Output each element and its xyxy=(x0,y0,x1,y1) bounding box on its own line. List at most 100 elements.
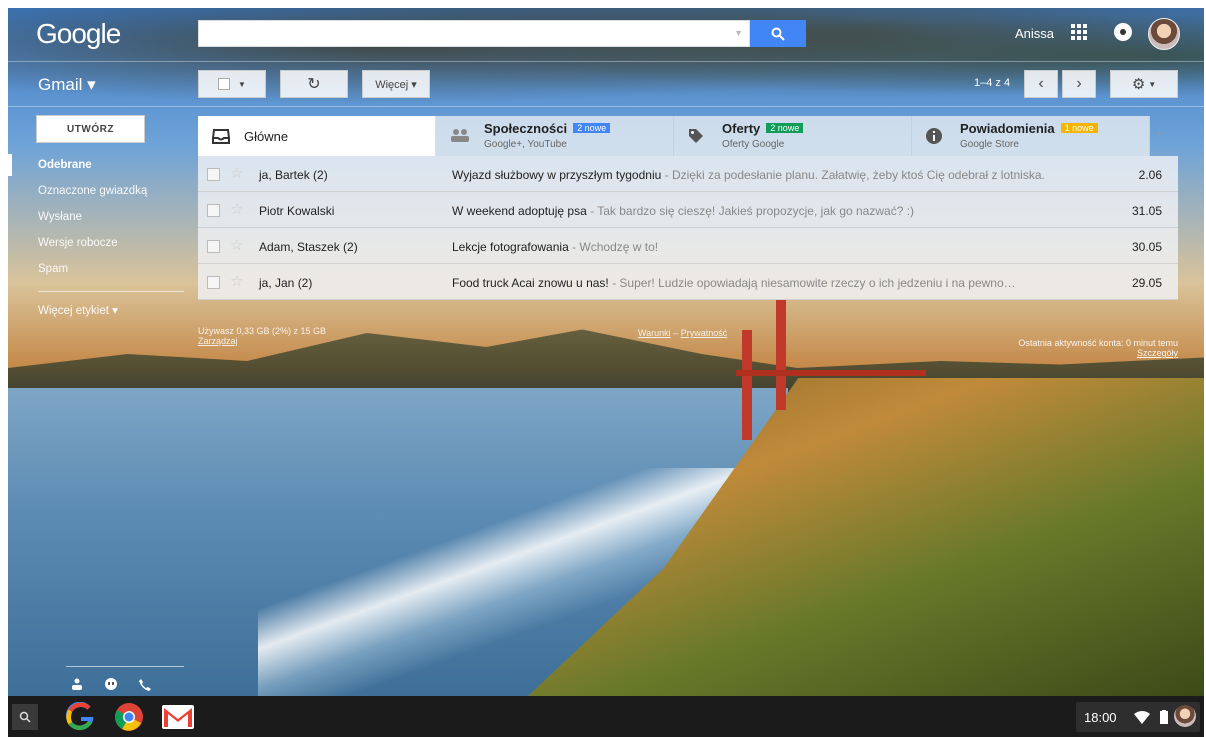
tab-social-badge: 2 nowe xyxy=(573,123,611,133)
hangouts-divider xyxy=(66,666,184,667)
user-name[interactable]: Anissa xyxy=(1015,26,1054,41)
background-bridge xyxy=(736,300,926,440)
last-activity: Ostatnia aktywność konta: 0 minut temu xyxy=(1018,338,1178,348)
settings-button[interactable]: ⚙ ▼ xyxy=(1110,70,1178,98)
battery-icon xyxy=(1160,710,1168,724)
inbox-tabs: Główne Społeczności 2 nowe Google+, YouTu… xyxy=(198,116,1178,156)
star-icon[interactable]: ☆ xyxy=(230,272,243,290)
refresh-button[interactable]: ↻ xyxy=(280,70,348,98)
tab-primary[interactable]: Główne xyxy=(198,116,436,156)
row-checkbox[interactable] xyxy=(207,240,220,253)
sidebar-item-drafts[interactable]: Wersje robocze xyxy=(38,237,118,249)
hangouts-bar xyxy=(70,678,152,692)
privacy-link[interactable]: Prywatność xyxy=(681,328,728,338)
active-nav-indicator xyxy=(8,154,12,176)
checkbox-icon xyxy=(218,78,231,90)
refresh-icon: ↻ xyxy=(307,76,321,93)
tab-primary-title: Główne xyxy=(244,129,289,144)
add-tab-icon[interactable]: + xyxy=(1156,126,1163,140)
chevron-left-icon: ‹ xyxy=(1038,75,1044,92)
google-logo[interactable]: Google xyxy=(36,18,121,50)
apps-grid-icon[interactable] xyxy=(1071,24,1087,40)
chevron-down-icon: ▼ xyxy=(238,79,246,89)
gmail-menu[interactable]: Gmail ▾ xyxy=(38,75,96,95)
row-checkbox[interactable] xyxy=(207,168,220,181)
desktop-background: Google ▼ Anissa Gmail ▾ ▼ ↻ Więcej ▾ 1–4… xyxy=(8,8,1204,696)
email-date: 30.05 xyxy=(1131,240,1162,254)
tab-promotions-title: Oferty 2 nowe xyxy=(722,121,804,136)
email-sender: ja, Jan (2) xyxy=(259,276,313,290)
sidebar-divider xyxy=(38,291,184,292)
email-subject-line: Lekcje fotografowania - Wchodzę w to! xyxy=(452,240,659,254)
star-icon[interactable]: ☆ xyxy=(230,236,243,254)
google-app-icon[interactable] xyxy=(66,702,96,732)
clock: 18:00 xyxy=(1084,710,1117,725)
table-row[interactable]: ☆ ja, Jan (2) Food truck Acai znowu u na… xyxy=(198,264,1178,300)
prev-page-button[interactable]: ‹ xyxy=(1024,70,1058,98)
email-subject-line: W weekend adoptuję psa - Tak bardzo się … xyxy=(452,204,915,218)
compose-button[interactable]: UTWÓRZ xyxy=(36,115,145,143)
star-icon[interactable]: ☆ xyxy=(230,164,243,182)
search-icon xyxy=(19,711,31,723)
activity-details-link[interactable]: Szczegóły xyxy=(988,348,1178,358)
info-icon xyxy=(926,128,942,144)
chevron-down-icon: ▼ xyxy=(1148,79,1157,89)
email-sender: Piotr Kowalski xyxy=(259,204,335,218)
header-divider xyxy=(8,61,1204,62)
manage-storage-link[interactable]: Zarządzaj xyxy=(198,336,326,346)
tab-promotions[interactable]: Oferty 2 nowe Oferty Google xyxy=(674,116,912,156)
avatar[interactable] xyxy=(1148,18,1180,50)
search-button[interactable] xyxy=(750,20,806,47)
gear-icon: ⚙ xyxy=(1131,76,1146,93)
inbox-icon xyxy=(212,129,230,144)
phone-icon[interactable] xyxy=(138,678,152,692)
sidebar-item-more-labels[interactable]: Więcej etykiet ▾ xyxy=(38,303,118,317)
select-all-checkbox[interactable]: ▼ xyxy=(198,70,266,98)
sidebar-item-starred[interactable]: Oznaczone gwiazdką xyxy=(38,185,147,197)
table-row[interactable]: ☆ Adam, Staszek (2) Lekcje fotografowani… xyxy=(198,228,1178,264)
tag-icon xyxy=(689,129,703,143)
people-icon xyxy=(451,129,469,142)
search-input[interactable]: ▼ xyxy=(198,20,750,47)
search-options-arrow-icon[interactable]: ▼ xyxy=(734,28,743,38)
tab-social-sub: Google+, YouTube xyxy=(484,139,567,150)
email-date: 29.05 xyxy=(1131,276,1162,290)
search-icon xyxy=(771,27,785,41)
tab-social[interactable]: Społeczności 2 nowe Google+, YouTube xyxy=(436,116,674,156)
account-activity: Ostatnia aktywność konta: 0 minut temu S… xyxy=(988,338,1178,358)
next-page-button[interactable]: › xyxy=(1062,70,1096,98)
sidebar-item-sent[interactable]: Wysłane xyxy=(38,211,82,223)
chevron-right-icon: › xyxy=(1076,75,1082,92)
wifi-icon xyxy=(1134,711,1150,724)
terms-link[interactable]: Warunki xyxy=(638,328,671,338)
legal-links: Warunki – Prywatność xyxy=(638,328,728,338)
hangouts-icon[interactable] xyxy=(104,678,118,692)
email-date: 2.06 xyxy=(1138,168,1162,182)
pagination-range: 1–4 z 4 xyxy=(974,77,1011,89)
system-tray[interactable]: 18:00 xyxy=(1076,702,1200,732)
tray-avatar xyxy=(1174,705,1196,727)
row-checkbox[interactable] xyxy=(207,204,220,217)
email-list: ☆ ja, Bartek (2) Wyjazd służbowy w przys… xyxy=(198,156,1178,300)
sidebar-item-spam[interactable]: Spam xyxy=(38,263,68,275)
storage-info: Używasz 0,33 GB (2%) z 15 GB Zarządzaj xyxy=(198,326,326,346)
email-subject-line: Food truck Acai znowu u nas! - Super! Lu… xyxy=(452,276,1016,290)
tab-promotions-sub: Oferty Google xyxy=(722,139,785,150)
more-button[interactable]: Więcej ▾ xyxy=(362,70,430,98)
contacts-icon[interactable] xyxy=(70,678,84,690)
notifications-icon[interactable] xyxy=(1114,23,1132,41)
launcher-button[interactable] xyxy=(12,704,38,730)
tab-social-title: Społeczności 2 nowe xyxy=(484,121,611,136)
star-icon[interactable]: ☆ xyxy=(230,200,243,218)
table-row[interactable]: ☆ ja, Bartek (2) Wyjazd służbowy w przys… xyxy=(198,156,1178,192)
email-date: 31.05 xyxy=(1131,204,1162,218)
email-subject-line: Wyjazd służbowy w przyszłym tygodniu - D… xyxy=(452,168,1045,182)
sidebar-item-inbox[interactable]: Odebrane xyxy=(38,159,92,171)
tab-updates[interactable]: Powiadomienia 1 nowe Google Store xyxy=(912,116,1150,156)
tab-updates-sub: Google Store xyxy=(960,139,1019,150)
row-checkbox[interactable] xyxy=(207,276,220,289)
taskbar: 18:00 xyxy=(8,696,1204,737)
gmail-icon[interactable] xyxy=(162,705,194,729)
table-row[interactable]: ☆ Piotr Kowalski W weekend adoptuję psa … xyxy=(198,192,1178,228)
chrome-icon[interactable] xyxy=(114,702,144,732)
